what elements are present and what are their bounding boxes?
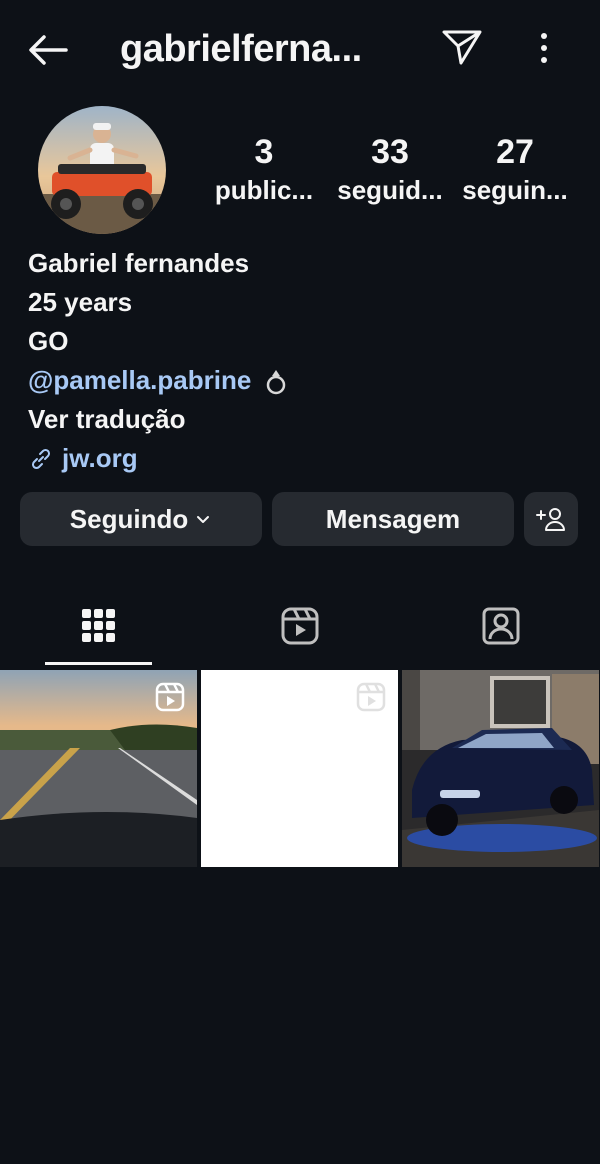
stat-value: 27 [496, 133, 534, 171]
bio-link-row[interactable]: jw.org [28, 439, 568, 478]
posts-count[interactable]: 3 public... [208, 132, 320, 208]
avatar[interactable] [38, 106, 166, 234]
link-icon [31, 448, 51, 469]
suggest-users-button[interactable] [524, 492, 578, 546]
back-button[interactable] [26, 30, 70, 70]
stat-value: 3 [254, 133, 274, 171]
stat-label: seguid... [337, 175, 443, 205]
kebab-menu-icon [541, 33, 547, 63]
add-user-icon [536, 508, 565, 531]
bio-line: 25 years [28, 287, 133, 317]
post-thumbnail[interactable] [201, 670, 398, 867]
mention-link[interactable]: @pamella.pabrine [28, 361, 251, 400]
profile-bio: Gabriel fernandes 25 years GO @pamella.p… [28, 244, 568, 478]
following-label: Seguindo [69, 503, 189, 534]
post-thumbnail[interactable] [402, 670, 599, 867]
post-thumbnail[interactable] [0, 670, 197, 867]
following-count[interactable]: 27 seguin... [455, 132, 575, 208]
chevron-down-icon [197, 516, 210, 523]
tab-grid[interactable] [24, 590, 174, 662]
ring-icon [267, 369, 286, 394]
external-link[interactable]: jw.org [62, 439, 138, 478]
reels-icon [281, 607, 319, 645]
top-bar: gabrielferna... [0, 0, 600, 100]
tab-reels[interactable] [225, 590, 375, 662]
more-options-button[interactable] [530, 30, 558, 66]
bio-mention-row: @pamella.pabrine [28, 361, 568, 400]
message-label: Mensagem [325, 503, 461, 534]
profile-username: gabrielferna... [120, 28, 362, 70]
bio-name: Gabriel fernandes [28, 248, 250, 278]
profile-tabs [0, 590, 600, 668]
stat-label: seguin... [462, 175, 568, 205]
tagged-user-icon [482, 607, 520, 645]
following-button[interactable]: Seguindo [20, 492, 262, 546]
active-tab-indicator [45, 662, 152, 665]
reel-badge-icon [356, 682, 386, 712]
translate-link[interactable]: Ver tradução [28, 400, 568, 439]
paper-plane-icon [442, 30, 482, 65]
followers-count[interactable]: 33 seguid... [330, 132, 450, 208]
stat-value: 33 [371, 133, 409, 171]
message-button[interactable]: Mensagem [272, 492, 514, 546]
send-message-button[interactable] [440, 27, 484, 67]
stat-label: public... [214, 175, 314, 205]
grid-icon [82, 609, 115, 642]
arrow-left-icon [29, 35, 68, 65]
bio-line: GO [28, 326, 69, 356]
reel-badge-icon [155, 682, 185, 712]
tab-tagged[interactable] [426, 590, 576, 662]
